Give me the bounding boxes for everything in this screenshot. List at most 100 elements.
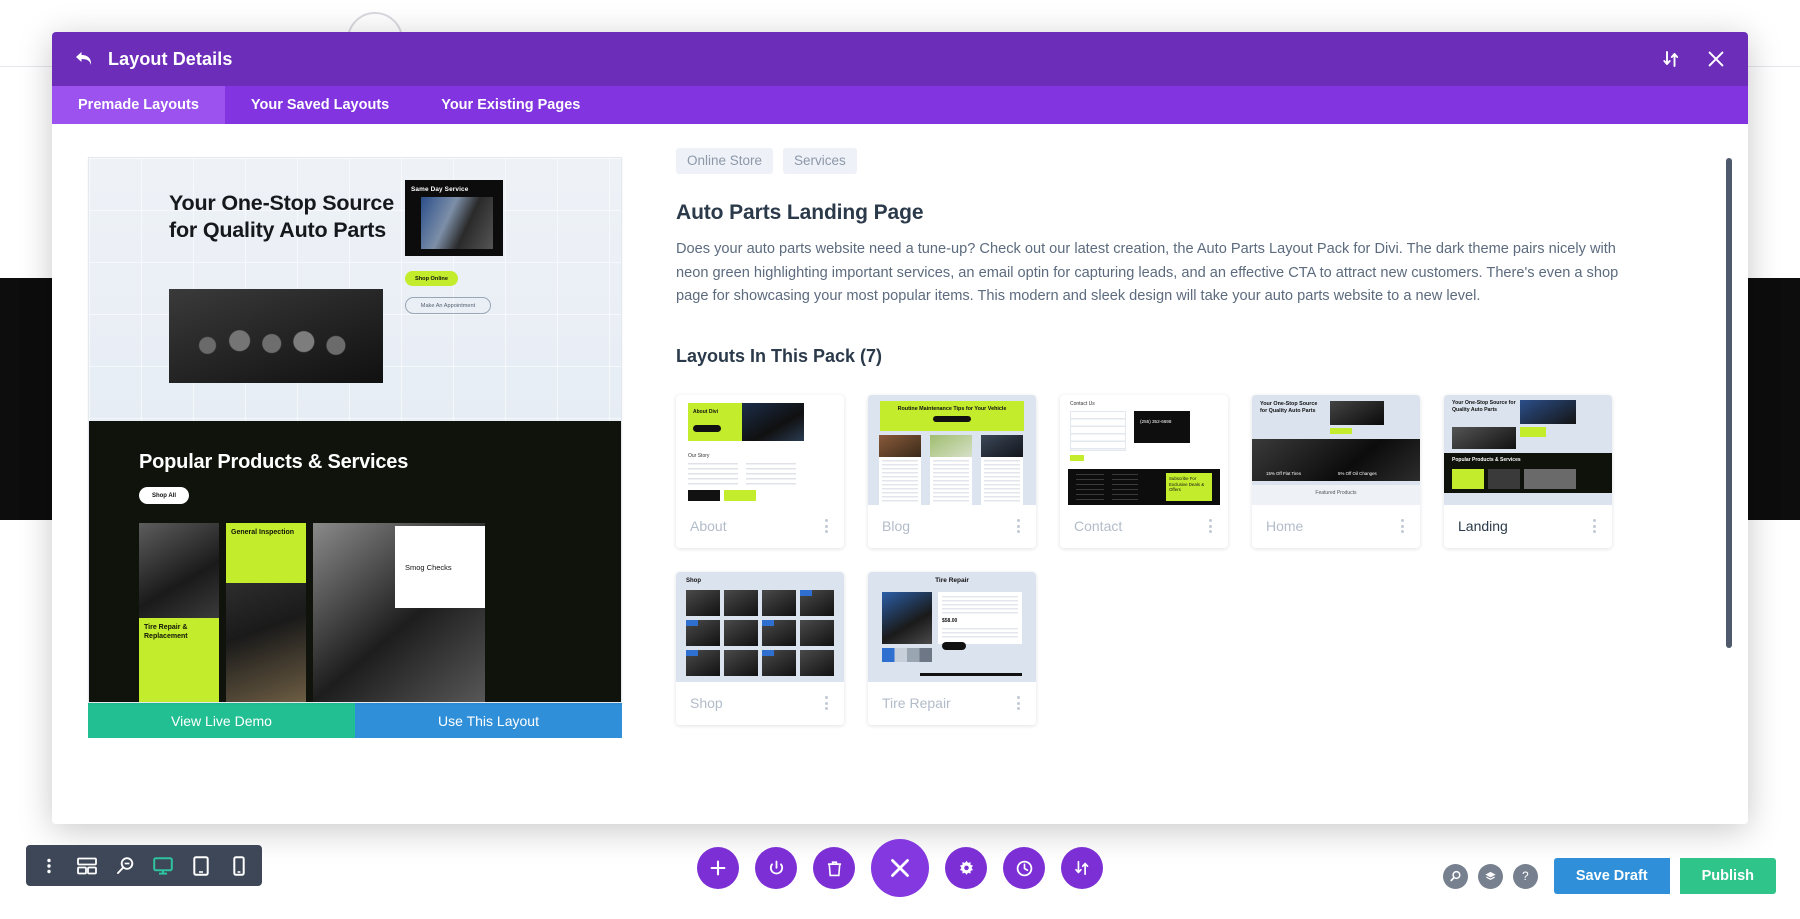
thumb-contact-title: Contact Us bbox=[1070, 400, 1095, 407]
layout-card-name: Tire Repair bbox=[882, 695, 951, 712]
modal-tabs: Premade Layouts Your Saved Layouts Your … bbox=[52, 86, 1748, 124]
background-dark-right bbox=[1748, 278, 1800, 520]
thumb-home-stat-1: 15% Off Flat Tires bbox=[1266, 470, 1302, 476]
layout-card-shop[interactable]: Shop Shop bbox=[676, 571, 844, 725]
layout-card-home[interactable]: Your One-Stop Source for Quality Auto Pa… bbox=[1252, 394, 1420, 548]
scrollbar-thumb[interactable] bbox=[1726, 158, 1732, 648]
layout-card-name: Home bbox=[1266, 518, 1304, 535]
thumb-blog-title: Routine Maintenance Tips for Your Vehicl… bbox=[897, 405, 1007, 412]
publish-button[interactable]: Publish bbox=[1679, 858, 1776, 894]
thumb-landing-headline: Your One-Stop Source for Quality Auto Pa… bbox=[1452, 399, 1516, 413]
preview-products-section: Popular Products & Services Shop All Tir… bbox=[89, 421, 621, 702]
help-icon[interactable]: ? bbox=[1512, 863, 1538, 889]
trash-icon[interactable] bbox=[813, 847, 855, 889]
preview-cta-secondary: Make An Appointment bbox=[405, 297, 491, 314]
save-draft-button[interactable]: Save Draft bbox=[1553, 858, 1670, 894]
preview-hero-image bbox=[169, 289, 383, 383]
sort-updown-icon[interactable] bbox=[1662, 50, 1680, 68]
close-x-icon[interactable] bbox=[1706, 49, 1726, 69]
layout-thumbnail: About Divi Our Story bbox=[676, 394, 844, 505]
layout-card-contact[interactable]: Contact Us (255) 352-6698 Subscribe For … bbox=[1060, 394, 1228, 548]
tab-premade-layouts[interactable]: Premade Layouts bbox=[52, 86, 225, 124]
preview-tile-label: General Inspection bbox=[226, 523, 306, 583]
thumb-shop-title: Shop bbox=[686, 577, 701, 584]
layout-card-tire-repair[interactable]: Tire Repair $58.00 Tire Repair bbox=[868, 571, 1036, 725]
layers-icon[interactable] bbox=[1477, 863, 1503, 889]
phone-icon[interactable] bbox=[222, 849, 256, 883]
thumb-about-title: About Divi bbox=[693, 408, 718, 415]
preview-tile-image bbox=[139, 523, 219, 618]
layout-card-name: Contact bbox=[1074, 518, 1123, 535]
more-options-button[interactable] bbox=[32, 849, 66, 883]
layout-thumbnail: Contact Us (255) 352-6698 Subscribe For … bbox=[1060, 394, 1228, 505]
thumb-contact-phone: (255) 352-6698 bbox=[1140, 418, 1172, 424]
clock-icon[interactable] bbox=[1003, 847, 1045, 889]
thumb-about-section: Our Story bbox=[688, 452, 710, 459]
category-tag-online-store[interactable]: Online Store bbox=[676, 148, 774, 174]
preview-tile-label: Tire Repair & Replacement bbox=[139, 618, 219, 702]
preview-service-badge-label: Same Day Service bbox=[411, 186, 469, 193]
kebab-menu-icon[interactable] bbox=[1013, 515, 1024, 537]
layout-card-landing[interactable]: Your One-Stop Source for Quality Auto Pa… bbox=[1444, 394, 1612, 548]
category-tag-services[interactable]: Services bbox=[783, 148, 857, 174]
modal-body: Your One-Stop Source for Quality Auto Pa… bbox=[52, 124, 1748, 824]
thumb-tire-price: $58.00 bbox=[942, 617, 958, 624]
layout-title: Auto Parts Landing Page bbox=[676, 201, 924, 224]
kebab-menu-icon[interactable] bbox=[1205, 515, 1216, 537]
back-arrow-icon[interactable] bbox=[74, 51, 94, 67]
layout-preview-card: Your One-Stop Source for Quality Auto Pa… bbox=[88, 157, 622, 703]
layout-card-name: About bbox=[690, 518, 727, 535]
preview-tile-tire-repair: Tire Repair & Replacement bbox=[139, 523, 219, 702]
tab-your-saved-layouts[interactable]: Your Saved Layouts bbox=[225, 86, 415, 124]
thumb-contact-cta: Subscribe For Exclusive Deals & Offers bbox=[1166, 472, 1212, 501]
add-section-button[interactable] bbox=[697, 847, 739, 889]
wireframe-icon[interactable] bbox=[70, 849, 104, 883]
thumb-home-headline: Your One-Stop Source for Quality Auto Pa… bbox=[1260, 400, 1318, 415]
preview-service-badge: Same Day Service bbox=[405, 180, 503, 256]
thumb-landing-section: Popular Products & Services bbox=[1452, 456, 1521, 463]
thumb-tire-title: Tire Repair bbox=[935, 576, 969, 584]
preview-tile-smog-checks: Smog Checks bbox=[313, 523, 485, 702]
tab-your-existing-pages[interactable]: Your Existing Pages bbox=[415, 86, 606, 124]
layout-thumbnail: Routine Maintenance Tips for Your Vehicl… bbox=[868, 394, 1036, 505]
preview-tile-label: Smog Checks bbox=[395, 526, 485, 608]
desktop-icon[interactable] bbox=[146, 849, 180, 883]
power-icon[interactable] bbox=[755, 847, 797, 889]
preview-hero-section: Your One-Stop Source for Quality Auto Pa… bbox=[89, 158, 621, 421]
builder-toolbar bbox=[697, 839, 1103, 897]
close-menu-button[interactable] bbox=[871, 839, 929, 897]
tablet-icon[interactable] bbox=[184, 849, 218, 883]
zoom-out-icon[interactable] bbox=[108, 849, 142, 883]
layout-thumbnail: Your One-Stop Source for Quality Auto Pa… bbox=[1444, 394, 1612, 505]
sort-updown-icon[interactable] bbox=[1061, 847, 1103, 889]
preview-cta-primary: Shop Online bbox=[405, 271, 458, 286]
kebab-menu-icon[interactable] bbox=[821, 692, 832, 714]
layout-preview-column: Your One-Stop Source for Quality Auto Pa… bbox=[52, 148, 632, 824]
category-tag-row: Online Store Services bbox=[676, 148, 1688, 174]
preview-action-bar: View Live Demo Use This Layout bbox=[88, 703, 622, 738]
kebab-menu-icon[interactable] bbox=[1013, 692, 1024, 714]
use-this-layout-button[interactable]: Use This Layout bbox=[355, 703, 622, 738]
pack-heading: Layouts In This Pack (7) bbox=[676, 345, 883, 366]
kebab-menu-icon[interactable] bbox=[821, 515, 832, 537]
layout-details-modal: Layout Details Premade Layouts Your Save… bbox=[52, 32, 1748, 824]
layout-card-blog[interactable]: Routine Maintenance Tips for Your Vehicl… bbox=[868, 394, 1036, 548]
search-icon[interactable] bbox=[1442, 863, 1468, 889]
layout-card-about[interactable]: About Divi Our Story About bbox=[676, 394, 844, 548]
gear-icon[interactable] bbox=[945, 847, 987, 889]
preview-tile-image bbox=[226, 583, 306, 702]
view-mode-toolbar bbox=[26, 845, 262, 886]
layout-card-name: Landing bbox=[1458, 518, 1508, 535]
layout-thumbnail: Tire Repair $58.00 bbox=[868, 571, 1036, 682]
layout-card-grid: About Divi Our Story About Routine Maint… bbox=[676, 394, 1688, 725]
background-dark-left bbox=[0, 278, 52, 520]
screen-root: Layout Details Premade Layouts Your Save… bbox=[0, 0, 1800, 919]
page-title: Layout Details bbox=[108, 48, 233, 69]
view-live-demo-button[interactable]: View Live Demo bbox=[88, 703, 355, 738]
preview-products-title: Popular Products & Services bbox=[139, 451, 409, 473]
kebab-menu-icon[interactable] bbox=[1589, 515, 1600, 537]
modal-header: Layout Details bbox=[52, 32, 1748, 86]
preview-service-badge-image bbox=[421, 197, 493, 249]
layout-thumbnail: Your One-Stop Source for Quality Auto Pa… bbox=[1252, 394, 1420, 505]
kebab-menu-icon[interactable] bbox=[1397, 515, 1408, 537]
